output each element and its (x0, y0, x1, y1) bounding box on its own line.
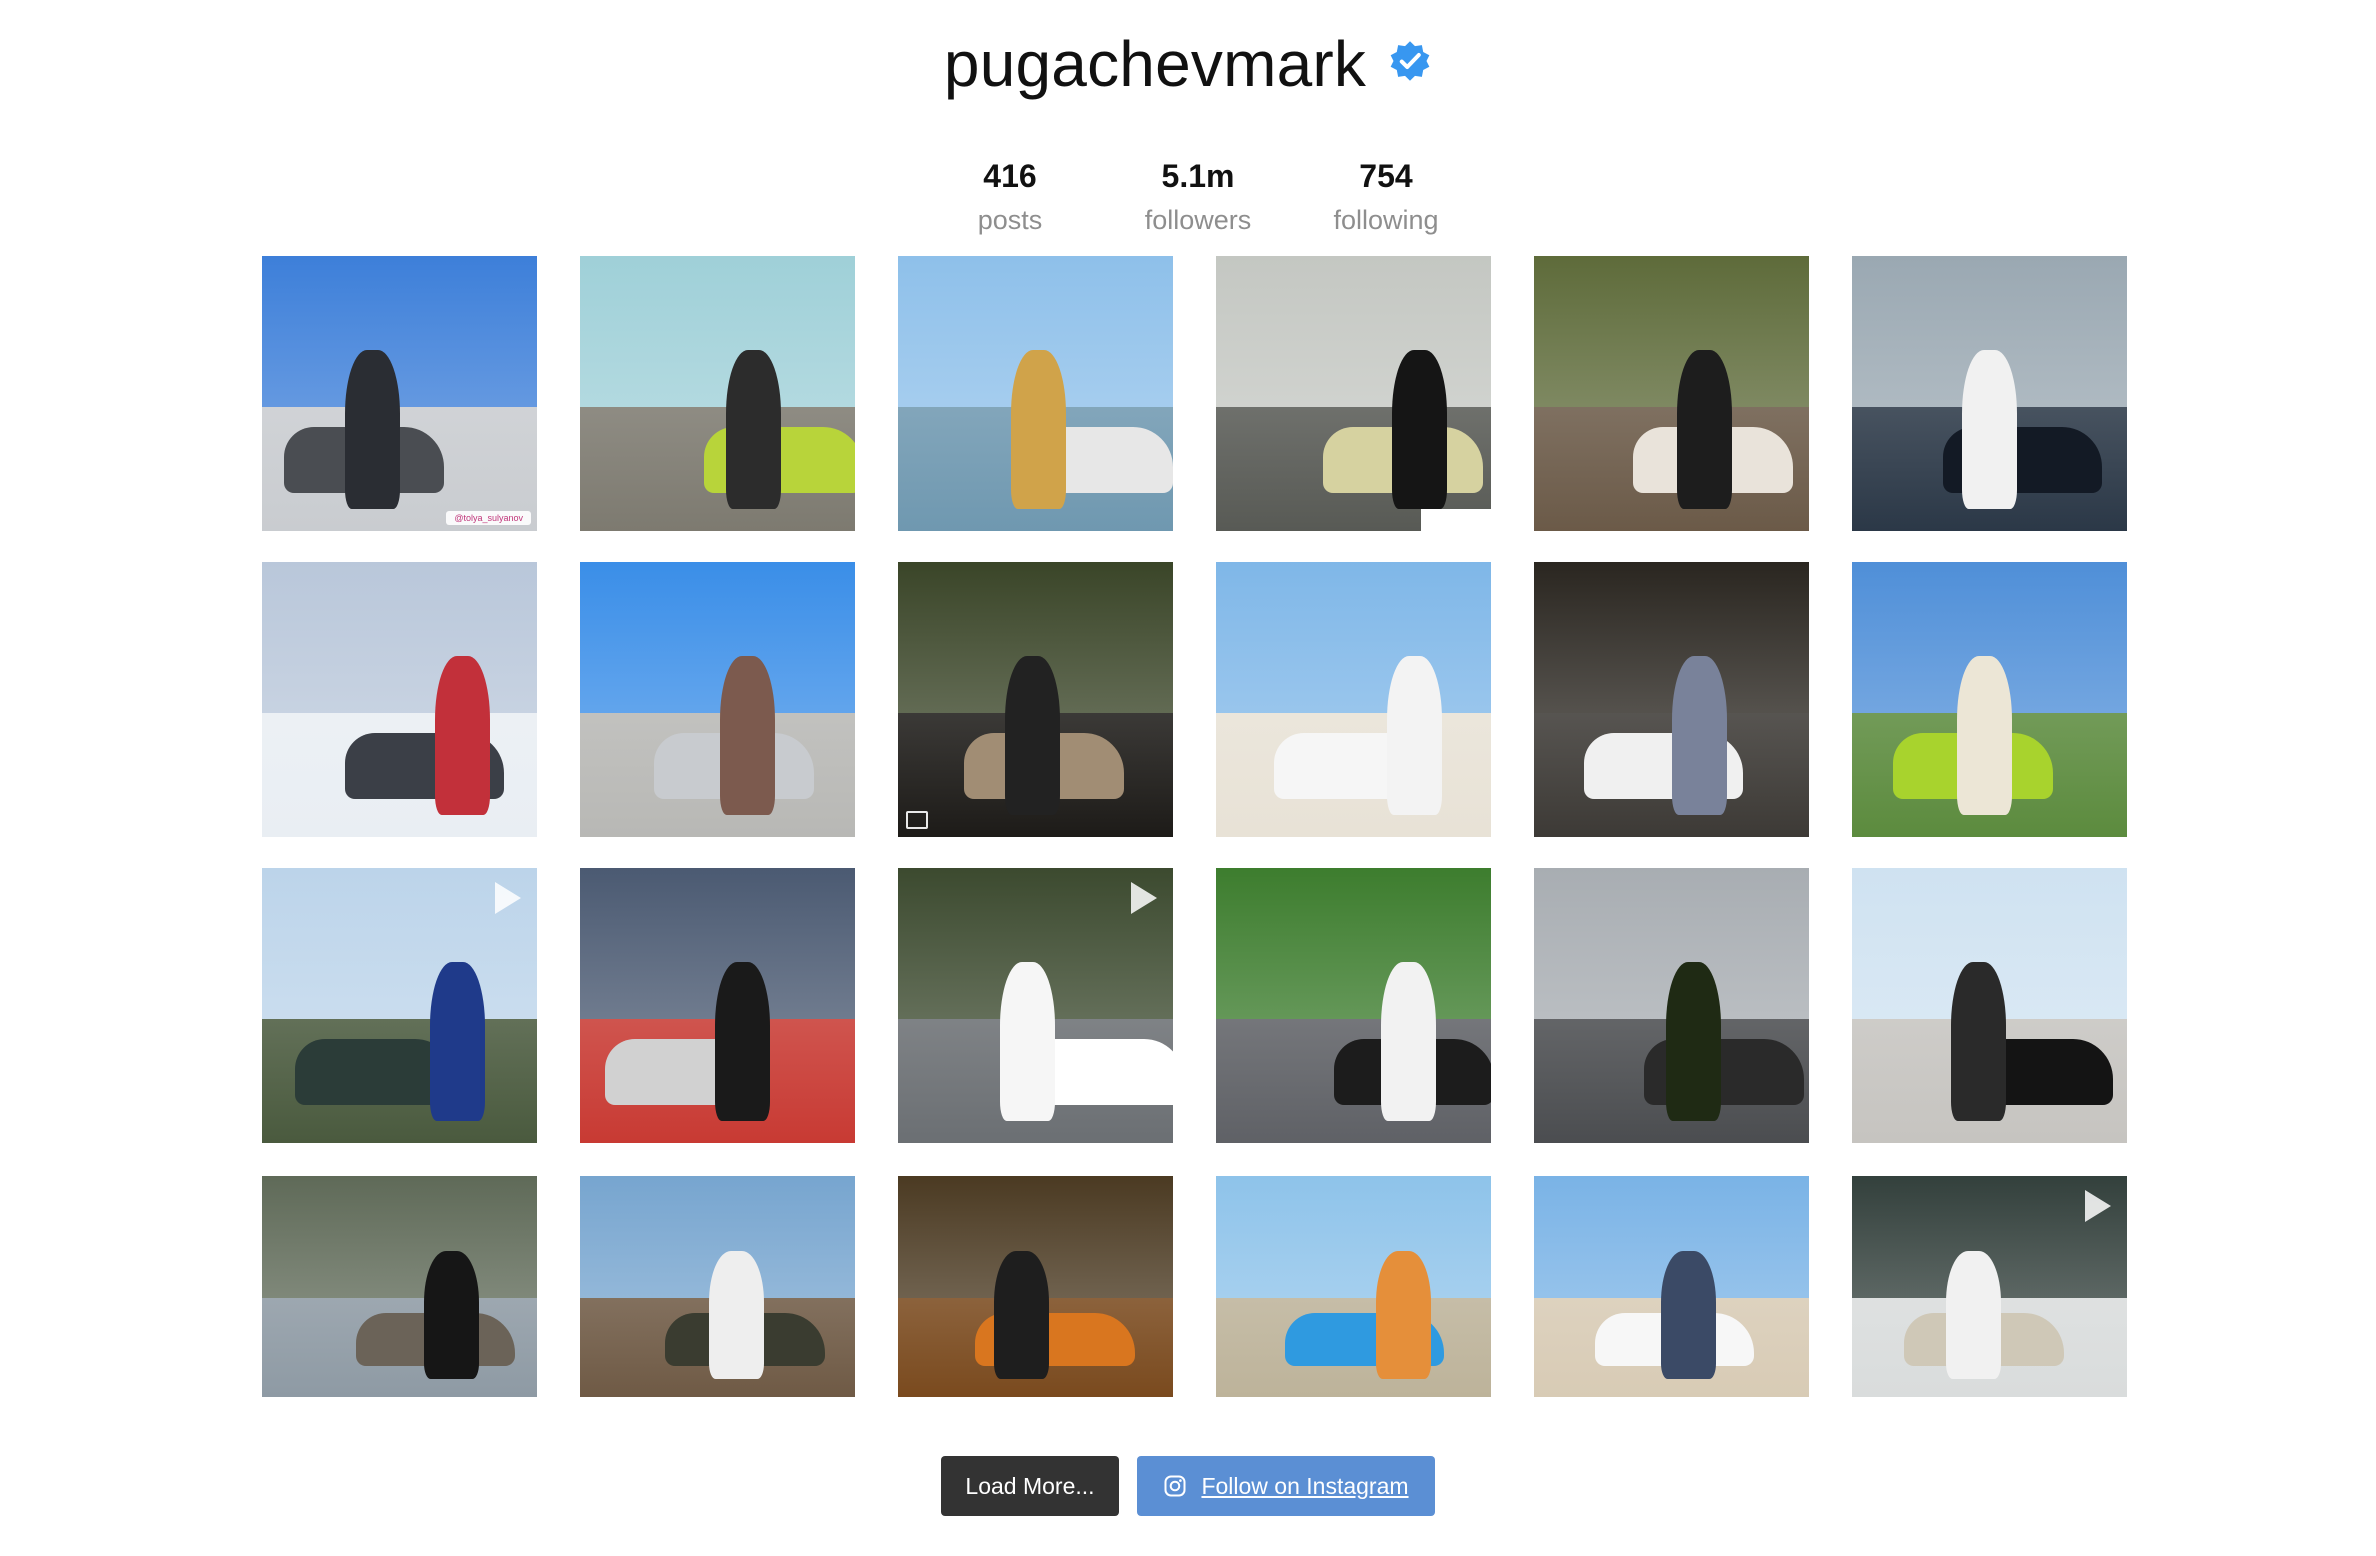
stat-following-label: following (1333, 205, 1439, 235)
photo-person (424, 1251, 480, 1380)
video-play-icon (2085, 1190, 2111, 1222)
post-thumbnail[interactable] (1216, 256, 1491, 531)
follow-label: Follow on Instagram (1201, 1472, 1409, 1499)
post-thumbnail[interactable] (262, 1176, 537, 1397)
stat-following-value: 754 (1359, 158, 1413, 194)
photo-background (1216, 562, 1491, 714)
verified-badge-icon (1388, 39, 1432, 83)
photo-background (1216, 868, 1491, 1020)
profile-header: pugachevmark 416 posts 5.1m followers 75… (0, 28, 2376, 240)
photo-person (429, 961, 485, 1121)
repost-icon (1421, 509, 1491, 531)
post-thumbnail[interactable] (1852, 562, 2127, 837)
photo-background (1534, 256, 1809, 408)
photo-person (1660, 1251, 1716, 1380)
stat-followers-value: 5.1m (1161, 158, 1235, 194)
photo-person (1666, 961, 1721, 1121)
post-thumbnail[interactable] (1534, 562, 1809, 837)
post-thumbnail[interactable] (898, 256, 1173, 531)
photo-person (1386, 655, 1442, 815)
photo-person (1010, 349, 1066, 509)
post-thumbnail[interactable] (1852, 868, 2127, 1143)
photo-background (262, 256, 537, 408)
post-thumbnail[interactable] (1216, 562, 1491, 837)
photo-background (1534, 562, 1809, 714)
photo-person (1951, 961, 2006, 1121)
photo-person (725, 349, 781, 509)
post-thumbnail[interactable] (1852, 1176, 2127, 1397)
post-thumbnail[interactable] (580, 562, 855, 837)
post-thumbnail[interactable] (580, 868, 855, 1143)
photo-person (1671, 655, 1727, 815)
stat-following[interactable]: 754 following (1292, 156, 1480, 240)
photo-watermark: @tolya_sulyanov (446, 511, 531, 525)
photo-person (344, 349, 400, 509)
post-thumbnail[interactable] (1852, 256, 2127, 531)
photo-background (262, 562, 537, 714)
stat-followers[interactable]: 5.1m followers (1104, 156, 1292, 240)
post-thumbnail[interactable] (1216, 868, 1491, 1143)
post-thumbnail[interactable] (1534, 868, 1809, 1143)
photo-person (709, 1251, 765, 1380)
profile-username[interactable]: pugachevmark (944, 28, 1366, 100)
photo-background (1216, 1176, 1491, 1298)
photo-person (1945, 1251, 2001, 1380)
carousel-icon (906, 811, 928, 829)
username-row: pugachevmark (0, 28, 2376, 100)
load-more-button[interactable]: Load More... (941, 1456, 1119, 1516)
stat-posts-value: 416 (983, 158, 1037, 194)
post-thumbnail[interactable] (1534, 256, 1809, 531)
profile-stats: 416 posts 5.1m followers 754 following (20, 156, 2376, 240)
photo-person (1005, 655, 1061, 815)
post-thumbnail[interactable] (262, 562, 537, 837)
feed-actions: Load More... Follow on Instagram (0, 1456, 2376, 1516)
photo-background (580, 562, 855, 714)
video-play-icon (1131, 882, 1157, 914)
photo-background (580, 256, 855, 408)
stat-posts[interactable]: 416 posts (916, 156, 1104, 240)
stat-posts-label: posts (977, 205, 1043, 235)
photo-person (435, 655, 491, 815)
photo-person (1956, 655, 2012, 815)
photo-background (262, 1176, 537, 1298)
instagram-icon (1163, 1474, 1187, 1498)
photo-person (714, 961, 770, 1121)
video-play-icon (495, 882, 521, 914)
post-thumbnail[interactable] (898, 562, 1173, 837)
post-thumbnail[interactable] (1534, 1176, 1809, 1397)
post-thumbnail[interactable]: @tolya_sulyanov (262, 256, 537, 531)
photo-background (1216, 256, 1491, 408)
photo-person (994, 1251, 1050, 1380)
photo-person (1392, 349, 1447, 509)
post-thumbnail[interactable] (262, 868, 537, 1143)
photo-person (1375, 1251, 1431, 1380)
post-thumbnail[interactable] (898, 868, 1173, 1143)
follow-on-instagram-button[interactable]: Follow on Instagram (1137, 1456, 1435, 1516)
photo-person (720, 655, 776, 815)
post-thumbnail[interactable] (898, 1176, 1173, 1397)
photo-person (999, 961, 1055, 1121)
stat-followers-label: followers (1144, 205, 1252, 235)
post-thumbnail[interactable] (580, 256, 855, 531)
post-thumbnail[interactable] (1216, 1176, 1491, 1397)
photo-person (1962, 349, 2017, 509)
photo-person (1677, 349, 1732, 509)
photo-person (1381, 961, 1436, 1121)
post-thumbnail[interactable] (580, 1176, 855, 1397)
photo-grid: @tolya_sulyanov (262, 256, 2130, 1397)
